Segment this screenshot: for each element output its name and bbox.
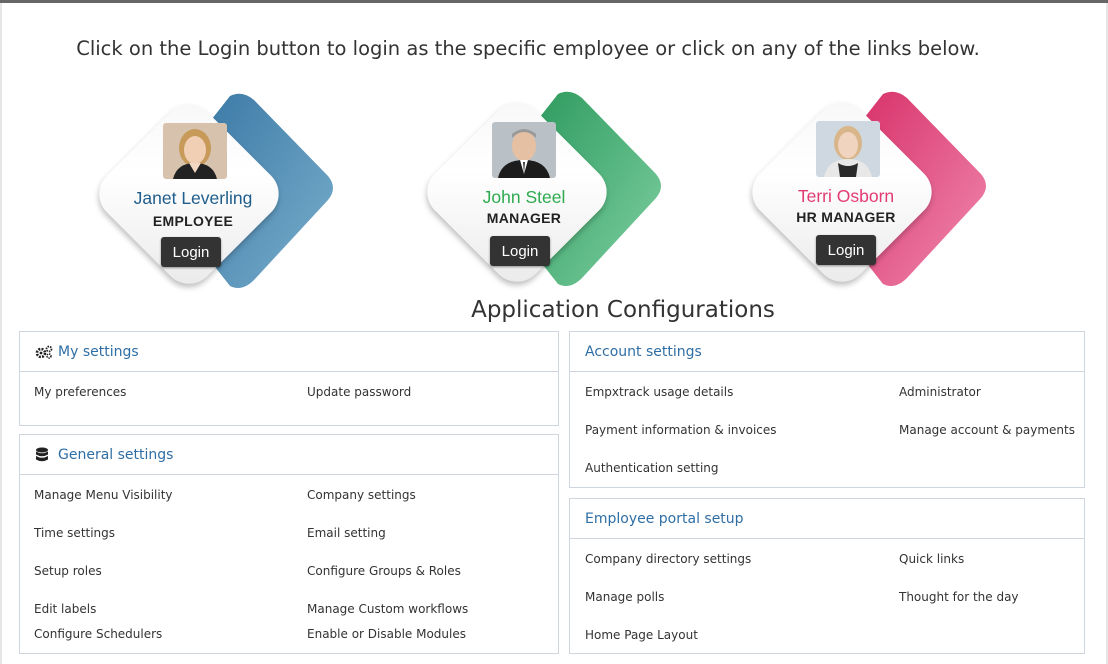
link-manage-account-payments[interactable]: Manage account & payments <box>899 423 1075 437</box>
link-enable-disable-modules[interactable]: Enable or Disable Modules <box>307 627 466 641</box>
employee-role: EMPLOYEE <box>152 213 234 229</box>
link-update-password[interactable]: Update password <box>307 385 411 399</box>
login-button-janet[interactable]: Login <box>161 237 221 267</box>
link-company-settings[interactable]: Company settings <box>307 488 416 502</box>
link-my-preferences[interactable]: My preferences <box>34 385 126 399</box>
panel-header: Account settings <box>570 332 1084 372</box>
account-settings-panel: Account settings Empxtrack usage details… <box>569 331 1085 488</box>
gears-icon <box>35 344 53 360</box>
employee-name: John Steel <box>482 187 566 207</box>
link-company-directory-settings[interactable]: Company directory settings <box>585 552 751 566</box>
panel-title[interactable]: My settings <box>58 344 139 360</box>
employee-role: MANAGER <box>486 210 562 226</box>
employee-card-janet: Janet Leverling EMPLOYEE Login <box>88 88 340 303</box>
employee-card-terri: Terri Osborn HR MANAGER Login <box>741 86 993 301</box>
link-home-page-layout[interactable]: Home Page Layout <box>585 628 698 642</box>
left-border <box>0 3 2 664</box>
panel-header: Employee portal setup <box>570 499 1084 539</box>
link-setup-roles[interactable]: Setup roles <box>34 564 102 578</box>
section-title: Application Configurations <box>471 297 775 323</box>
link-manage-polls[interactable]: Manage polls <box>585 590 664 604</box>
link-authentication-setting[interactable]: Authentication setting <box>585 461 719 475</box>
link-manage-custom-workflows[interactable]: Manage Custom workflows <box>307 602 468 616</box>
employee-role: HR MANAGER <box>796 209 896 225</box>
panel-header: My settings <box>20 332 558 372</box>
login-button-john[interactable]: Login <box>490 236 550 266</box>
link-quick-links[interactable]: Quick links <box>899 552 964 566</box>
top-border <box>0 0 1108 3</box>
panel-title[interactable]: Employee portal setup <box>585 511 744 527</box>
employee-name: Terri Osborn <box>797 186 895 206</box>
panel-header: General settings <box>20 435 558 475</box>
login-button-terri[interactable]: Login <box>816 235 876 265</box>
link-configure-groups-roles[interactable]: Configure Groups & Roles <box>307 564 461 578</box>
employee-name: Janet Leverling <box>133 188 253 208</box>
database-icon <box>35 447 53 463</box>
employee-avatar <box>816 121 880 177</box>
panel-title[interactable]: Account settings <box>585 344 702 360</box>
link-empxtrack-usage[interactable]: Empxtrack usage details <box>585 385 733 399</box>
link-administrator[interactable]: Administrator <box>899 385 981 399</box>
employee-avatar <box>492 122 556 178</box>
link-email-setting[interactable]: Email setting <box>307 526 386 540</box>
instruction-text: Click on the Login button to login as th… <box>76 37 980 60</box>
employee-avatar <box>163 123 227 179</box>
employee-portal-panel: Employee portal setup Company directory … <box>569 498 1085 654</box>
link-thought-for-the-day[interactable]: Thought for the day <box>899 590 1019 604</box>
general-settings-panel: General settings Manage Menu Visibility … <box>19 434 559 654</box>
link-edit-labels[interactable]: Edit labels <box>34 602 96 616</box>
link-configure-schedulers[interactable]: Configure Schedulers <box>34 627 162 641</box>
panel-title[interactable]: General settings <box>58 447 173 463</box>
link-payment-information[interactable]: Payment information & invoices <box>585 423 777 437</box>
link-time-settings[interactable]: Time settings <box>34 526 115 540</box>
link-manage-menu-visibility[interactable]: Manage Menu Visibility <box>34 488 173 502</box>
my-settings-panel: My settings My preferences Update passwo… <box>19 331 559 426</box>
employee-card-john: John Steel MANAGER Login <box>416 86 668 301</box>
